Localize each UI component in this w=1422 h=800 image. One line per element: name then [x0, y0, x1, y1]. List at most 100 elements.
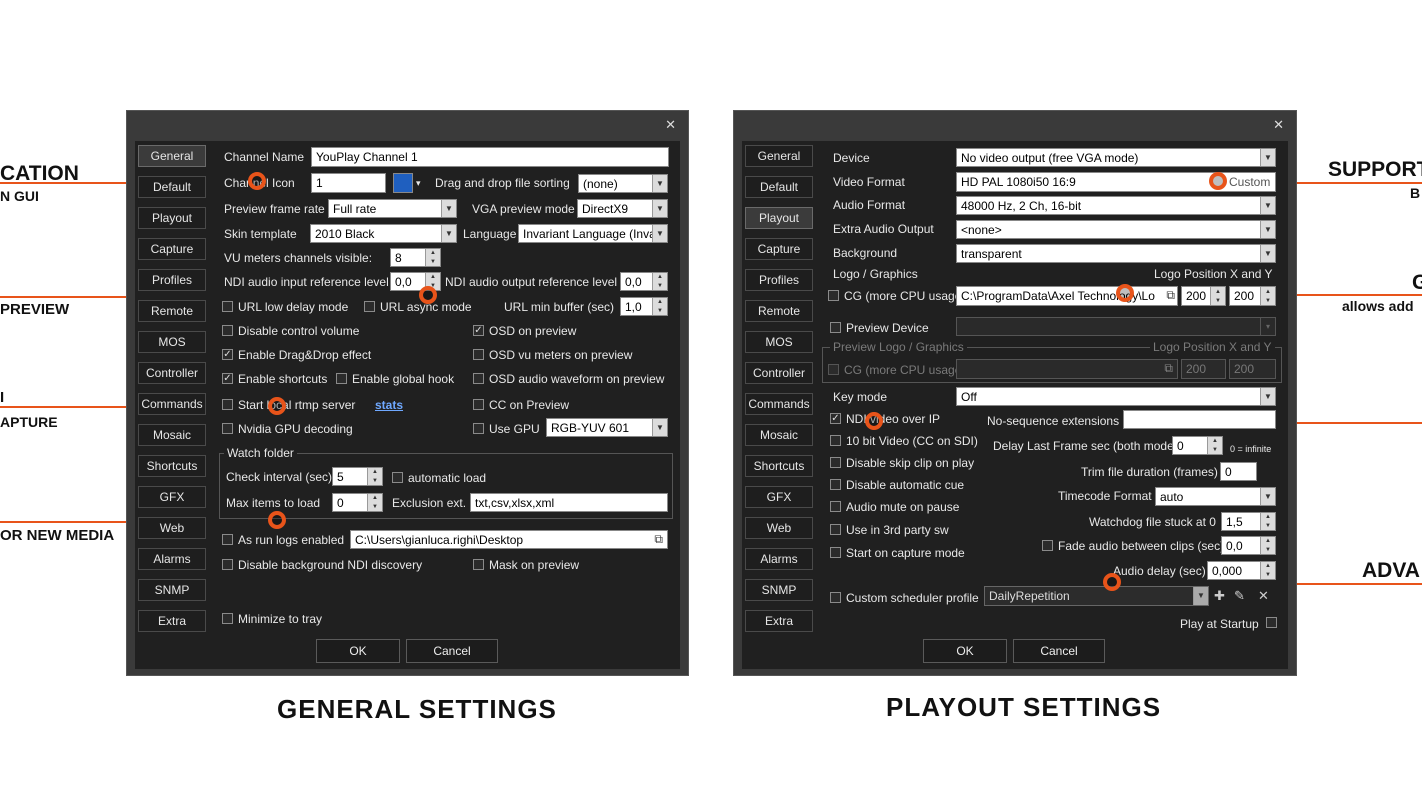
preview-x-spinner[interactable]: 200	[1181, 359, 1226, 379]
play-startup-checkbox[interactable]	[1266, 617, 1277, 628]
key-mode-select[interactable]: Off ▼	[956, 387, 1276, 406]
url-min-buffer-spinner[interactable]: 1,0 ▲ ▼	[620, 297, 668, 316]
custom-scheduler-checkbox[interactable]	[830, 592, 841, 603]
url-async-checkbox[interactable]	[364, 301, 375, 312]
enable-dnd-checkbox[interactable]: ✓	[222, 349, 233, 360]
vu-spinner[interactable]: 8 ▲ ▼	[390, 248, 441, 267]
minimize-tray-checkbox[interactable]	[222, 613, 233, 624]
fade-audio-spinner[interactable]: 0,0 ▲ ▼	[1221, 536, 1276, 555]
nav-item-gfx[interactable]: GFX	[745, 486, 813, 508]
preview-cg-checkbox[interactable]	[828, 364, 839, 375]
start-rtmp-checkbox[interactable]	[222, 399, 233, 410]
device-select[interactable]: No video output (free VGA mode) ▼	[956, 148, 1276, 167]
channel-color-swatch[interactable]	[393, 173, 413, 193]
nav-item-alarms[interactable]: Alarms	[745, 548, 813, 570]
nav-item-snmp[interactable]: SNMP	[138, 579, 206, 601]
nav-item-capture[interactable]: Capture	[138, 238, 206, 260]
nav-item-shortcuts[interactable]: Shortcuts	[138, 455, 206, 477]
automatic-load-checkbox[interactable]	[392, 472, 403, 483]
preview-rate-select[interactable]: Full rate ▼	[328, 199, 457, 218]
custom-label[interactable]: Custom	[1229, 174, 1270, 190]
nav-item-controller[interactable]: Controller	[745, 362, 813, 384]
delete-icon[interactable]: ✕	[1258, 588, 1269, 604]
ndi-video-checkbox[interactable]: ✓	[830, 413, 841, 424]
nav-item-default[interactable]: Default	[745, 176, 813, 198]
max-items-spinner[interactable]: 0 ▲ ▼	[332, 493, 383, 512]
cg-checkbox[interactable]	[828, 290, 839, 301]
no-sequence-input[interactable]	[1123, 410, 1276, 429]
background-select[interactable]: transparent ▼	[956, 244, 1276, 263]
preview-device-select[interactable]: ▾	[956, 317, 1276, 336]
nav-item-extra[interactable]: Extra	[138, 610, 206, 632]
nav-item-mos[interactable]: MOS	[138, 331, 206, 353]
logo-x-spinner[interactable]: 200 ▲ ▼	[1181, 286, 1226, 306]
nav-item-profiles[interactable]: Profiles	[138, 269, 206, 291]
nav-item-snmp[interactable]: SNMP	[745, 579, 813, 601]
channel-icon-input[interactable]: 1	[311, 173, 386, 193]
nvidia-checkbox[interactable]	[222, 423, 233, 434]
nav-item-default[interactable]: Default	[138, 176, 206, 198]
nav-item-general[interactable]: General	[138, 145, 206, 167]
disable-cue-checkbox[interactable]	[830, 479, 841, 490]
cancel-button[interactable]: Cancel	[406, 639, 498, 663]
nav-item-mosaic[interactable]: Mosaic	[745, 424, 813, 446]
nav-item-capture[interactable]: Capture	[745, 238, 813, 260]
nav-item-commands[interactable]: Commands	[138, 393, 206, 415]
fade-audio-checkbox[interactable]	[1042, 540, 1053, 551]
enable-shortcuts-checkbox[interactable]: ✓	[222, 373, 233, 384]
close-icon[interactable]: ✕	[1273, 117, 1284, 133]
video-format-input[interactable]: HD PAL 1080i50 16:9 Custom	[956, 172, 1276, 192]
disable-skip-checkbox[interactable]	[830, 457, 841, 468]
browse-icon[interactable]: ⧉	[1166, 287, 1175, 303]
ok-button[interactable]: OK	[316, 639, 400, 663]
check-interval-spinner[interactable]: 5 ▲ ▼	[332, 467, 383, 486]
channel-name-input[interactable]: YouPlay Channel 1	[311, 147, 669, 167]
osd-vu-checkbox[interactable]	[473, 349, 484, 360]
nav-item-mos[interactable]: MOS	[745, 331, 813, 353]
nav-item-web[interactable]: Web	[745, 517, 813, 539]
logo-y-spinner[interactable]: 200 ▲ ▼	[1229, 286, 1276, 306]
preview-y-spinner[interactable]: 200	[1229, 359, 1276, 379]
ten-bit-checkbox[interactable]	[830, 435, 841, 446]
disable-control-volume-checkbox[interactable]	[222, 325, 233, 336]
ok-button[interactable]: OK	[923, 639, 1007, 663]
delay-last-spinner[interactable]: 0 ▲ ▼	[1172, 436, 1223, 455]
nav-item-controller[interactable]: Controller	[138, 362, 206, 384]
audio-format-select[interactable]: 48000 Hz, 2 Ch, 16-bit ▼	[956, 196, 1276, 215]
osd-waveform-checkbox[interactable]	[473, 373, 484, 384]
exclusion-input[interactable]: txt,csv,xlsx,xml	[470, 493, 668, 512]
edit-icon[interactable]: ✎	[1234, 588, 1245, 604]
nav-item-shortcuts[interactable]: Shortcuts	[745, 455, 813, 477]
osd-preview-checkbox[interactable]: ✓	[473, 325, 484, 336]
nav-item-web[interactable]: Web	[138, 517, 206, 539]
language-select[interactable]: Invariant Language (Inva ▼	[518, 224, 668, 243]
nav-item-general[interactable]: General	[745, 145, 813, 167]
timecode-select[interactable]: auto ▼	[1155, 487, 1276, 506]
start-capture-checkbox[interactable]	[830, 547, 841, 558]
browse-icon[interactable]: ⧉	[1164, 360, 1173, 376]
url-low-delay-checkbox[interactable]	[222, 301, 233, 312]
nav-item-extra[interactable]: Extra	[745, 610, 813, 632]
scheduler-profile-select[interactable]: DailyRepetition ▼	[984, 586, 1209, 606]
extra-audio-select[interactable]: <none> ▼	[956, 220, 1276, 239]
plus-icon[interactable]: ✚	[1214, 588, 1225, 604]
use-gpu-checkbox[interactable]	[473, 423, 484, 434]
nav-item-alarms[interactable]: Alarms	[138, 548, 206, 570]
preview-cg-path-input[interactable]: ⧉	[956, 359, 1178, 379]
skin-select[interactable]: 2010 Black ▼	[310, 224, 457, 243]
chevron-down-icon[interactable]: ▾	[416, 176, 421, 190]
gpu-mode-select[interactable]: RGB-YUV 601 ▼	[546, 418, 668, 437]
cc-preview-checkbox[interactable]	[473, 399, 484, 410]
vga-mode-select[interactable]: DirectX9 ▼	[577, 199, 668, 218]
enable-global-hook-checkbox[interactable]	[336, 373, 347, 384]
as-run-checkbox[interactable]	[222, 534, 233, 545]
mask-preview-checkbox[interactable]	[473, 559, 484, 570]
disable-ndi-discovery-checkbox[interactable]	[222, 559, 233, 570]
cancel-button[interactable]: Cancel	[1013, 639, 1105, 663]
stats-link[interactable]: stats	[375, 398, 403, 412]
watchdog-spinner[interactable]: 1,5 ▲ ▼	[1221, 512, 1276, 531]
trim-input[interactable]: 0	[1220, 462, 1257, 481]
close-icon[interactable]: ✕	[665, 117, 676, 133]
ndi-out-spinner[interactable]: 0,0 ▲ ▼	[620, 272, 668, 291]
nav-item-mosaic[interactable]: Mosaic	[138, 424, 206, 446]
